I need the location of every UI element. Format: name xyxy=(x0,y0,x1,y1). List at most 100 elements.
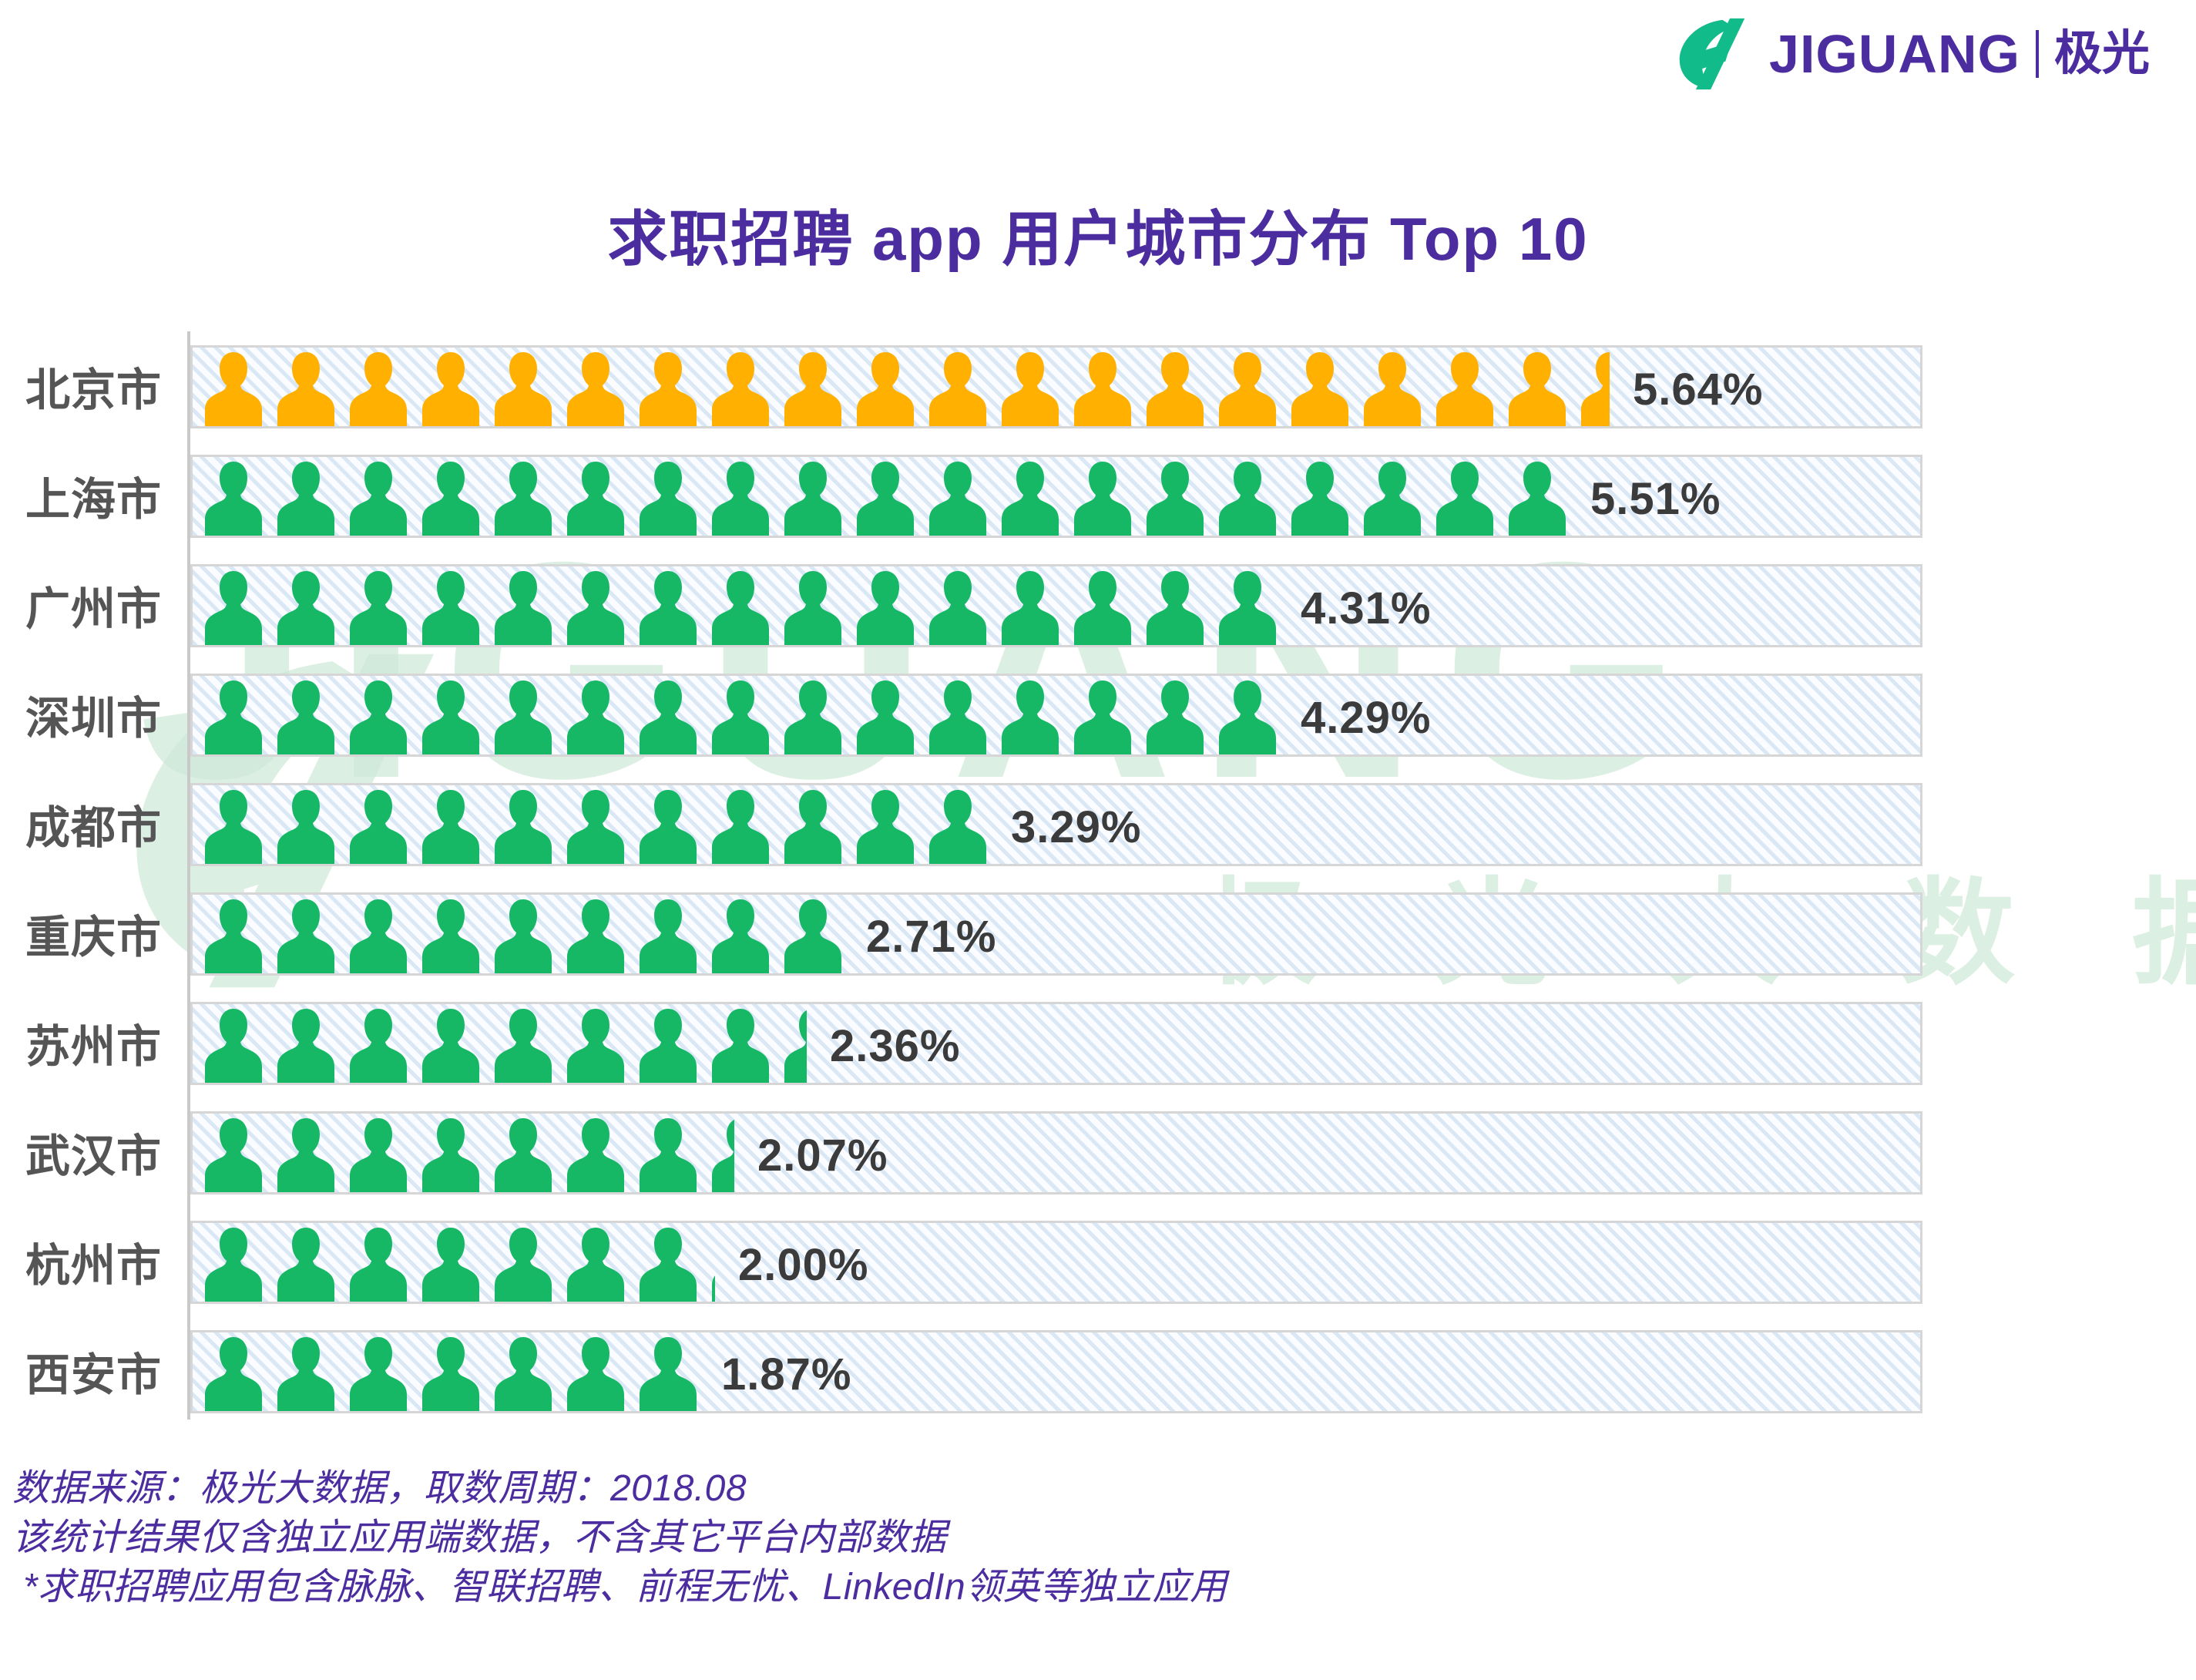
person-icon xyxy=(929,680,986,754)
person-icon xyxy=(1436,352,1493,426)
row-city-label: 广州市 xyxy=(25,584,162,634)
person-icon xyxy=(495,790,552,864)
person-icon xyxy=(1219,680,1276,754)
chart-row: 武汉市 2.07% xyxy=(0,1097,2196,1207)
person-icon xyxy=(712,899,769,973)
row-value-label: 1.87% xyxy=(721,1349,852,1399)
person-icon xyxy=(277,1337,334,1411)
person-icon xyxy=(640,1337,697,1411)
pictogram-chart: 北京市 5.64% 上海市 5.51% 广州市 4.31% 深圳市 4.29% 成都市 3.29%… xyxy=(0,331,2196,1426)
person-icon xyxy=(640,899,697,973)
person-icon xyxy=(350,352,407,426)
person-icon xyxy=(1074,462,1131,536)
person-icon xyxy=(350,899,407,973)
person-icon xyxy=(495,899,552,973)
person-icon xyxy=(205,899,262,973)
person-icon xyxy=(567,790,624,864)
row-track: 4.29% xyxy=(190,674,1922,757)
person-icon xyxy=(1074,352,1131,426)
person-icon xyxy=(712,571,769,645)
person-icon xyxy=(277,462,334,536)
row-icon-group xyxy=(203,676,1290,754)
row-icon-group xyxy=(203,1004,807,1083)
person-icon xyxy=(1147,680,1204,754)
person-icon xyxy=(205,790,262,864)
row-icon-group xyxy=(203,566,1290,645)
row-track: 2.36% xyxy=(190,1002,1922,1085)
person-icon xyxy=(929,352,986,426)
person-icon xyxy=(640,1118,697,1192)
person-icon xyxy=(205,1118,262,1192)
person-icon xyxy=(495,1118,552,1192)
person-icon xyxy=(1147,462,1204,536)
row-value-label: 4.31% xyxy=(1301,583,1432,633)
person-icon xyxy=(567,1228,624,1302)
chart-row: 深圳市 4.29% xyxy=(0,660,2196,769)
row-city-label: 北京市 xyxy=(25,365,162,415)
person-icon xyxy=(712,1009,769,1083)
person-icon xyxy=(567,352,624,426)
row-track: 5.51% xyxy=(190,455,1922,538)
person-icon xyxy=(784,571,841,645)
chart-row: 广州市 4.31% xyxy=(0,550,2196,660)
person-icon xyxy=(567,1337,624,1411)
person-icon xyxy=(857,352,914,426)
person-icon xyxy=(1436,462,1493,536)
person-icon xyxy=(1147,571,1204,645)
person-icon xyxy=(1074,680,1131,754)
person-icon xyxy=(1291,352,1348,426)
person-icon xyxy=(784,790,841,864)
person-icon xyxy=(1364,352,1421,426)
row-track: 3.29% xyxy=(190,783,1922,866)
chart-row: 西安市 1.87% xyxy=(0,1316,2196,1426)
row-icon-group xyxy=(203,1223,715,1302)
footnote-line-apps: *求职招聘应用包含脉脉、智联招聘、前程无忧、LinkedIn领英等独立应用 xyxy=(23,1567,1227,1608)
person-icon xyxy=(422,1118,479,1192)
person-icon xyxy=(277,352,334,426)
person-icon xyxy=(495,680,552,754)
person-icon xyxy=(422,1228,479,1302)
person-icon xyxy=(422,352,479,426)
person-icon xyxy=(712,462,769,536)
jiguang-logo-icon xyxy=(1679,18,1745,90)
chart-row: 杭州市 2.00% xyxy=(0,1207,2196,1316)
person-icon xyxy=(205,1337,262,1411)
chart-row: 成都市 3.29% xyxy=(0,769,2196,879)
row-track: 4.31% xyxy=(190,564,1922,647)
person-icon xyxy=(205,462,262,536)
row-value-label: 2.36% xyxy=(830,1020,961,1071)
person-icon xyxy=(277,899,334,973)
row-city-label: 武汉市 xyxy=(25,1131,162,1181)
person-icon xyxy=(1147,352,1204,426)
footnote: 数据来源：极光大数据，取数周期：2018.08 该统计结果仅含独立应用端数据，不… xyxy=(12,1464,1227,1612)
person-icon xyxy=(277,1228,334,1302)
person-icon xyxy=(350,1337,407,1411)
person-icon xyxy=(277,680,334,754)
person-icon xyxy=(1219,352,1276,426)
person-icon xyxy=(277,790,334,864)
person-icon xyxy=(640,1009,697,1083)
person-icon xyxy=(495,571,552,645)
row-value-label: 3.29% xyxy=(1011,801,1142,852)
row-icon-group xyxy=(203,1332,710,1411)
person-icon xyxy=(857,790,914,864)
logo-divider xyxy=(2035,30,2039,78)
person-icon xyxy=(857,680,914,754)
footnote-line-scope: 该统计结果仅含独立应用端数据，不含其它平台内部数据 xyxy=(12,1517,947,1558)
person-icon xyxy=(350,1118,407,1192)
row-icon-group xyxy=(203,1114,734,1192)
person-icon xyxy=(567,1009,624,1083)
person-icon xyxy=(567,899,624,973)
row-value-label: 2.71% xyxy=(866,911,997,962)
person-icon xyxy=(205,571,262,645)
person-icon xyxy=(277,571,334,645)
person-icon xyxy=(205,352,262,426)
person-icon xyxy=(640,1228,697,1302)
chart-row: 北京市 5.64% xyxy=(0,331,2196,441)
logo-wordmark: JIGUANG xyxy=(1769,24,2020,84)
row-city-label: 成都市 xyxy=(25,803,162,853)
chart-row: 苏州市 2.36% xyxy=(0,988,2196,1097)
person-icon xyxy=(495,462,552,536)
person-icon xyxy=(205,680,262,754)
person-icon xyxy=(1002,352,1059,426)
